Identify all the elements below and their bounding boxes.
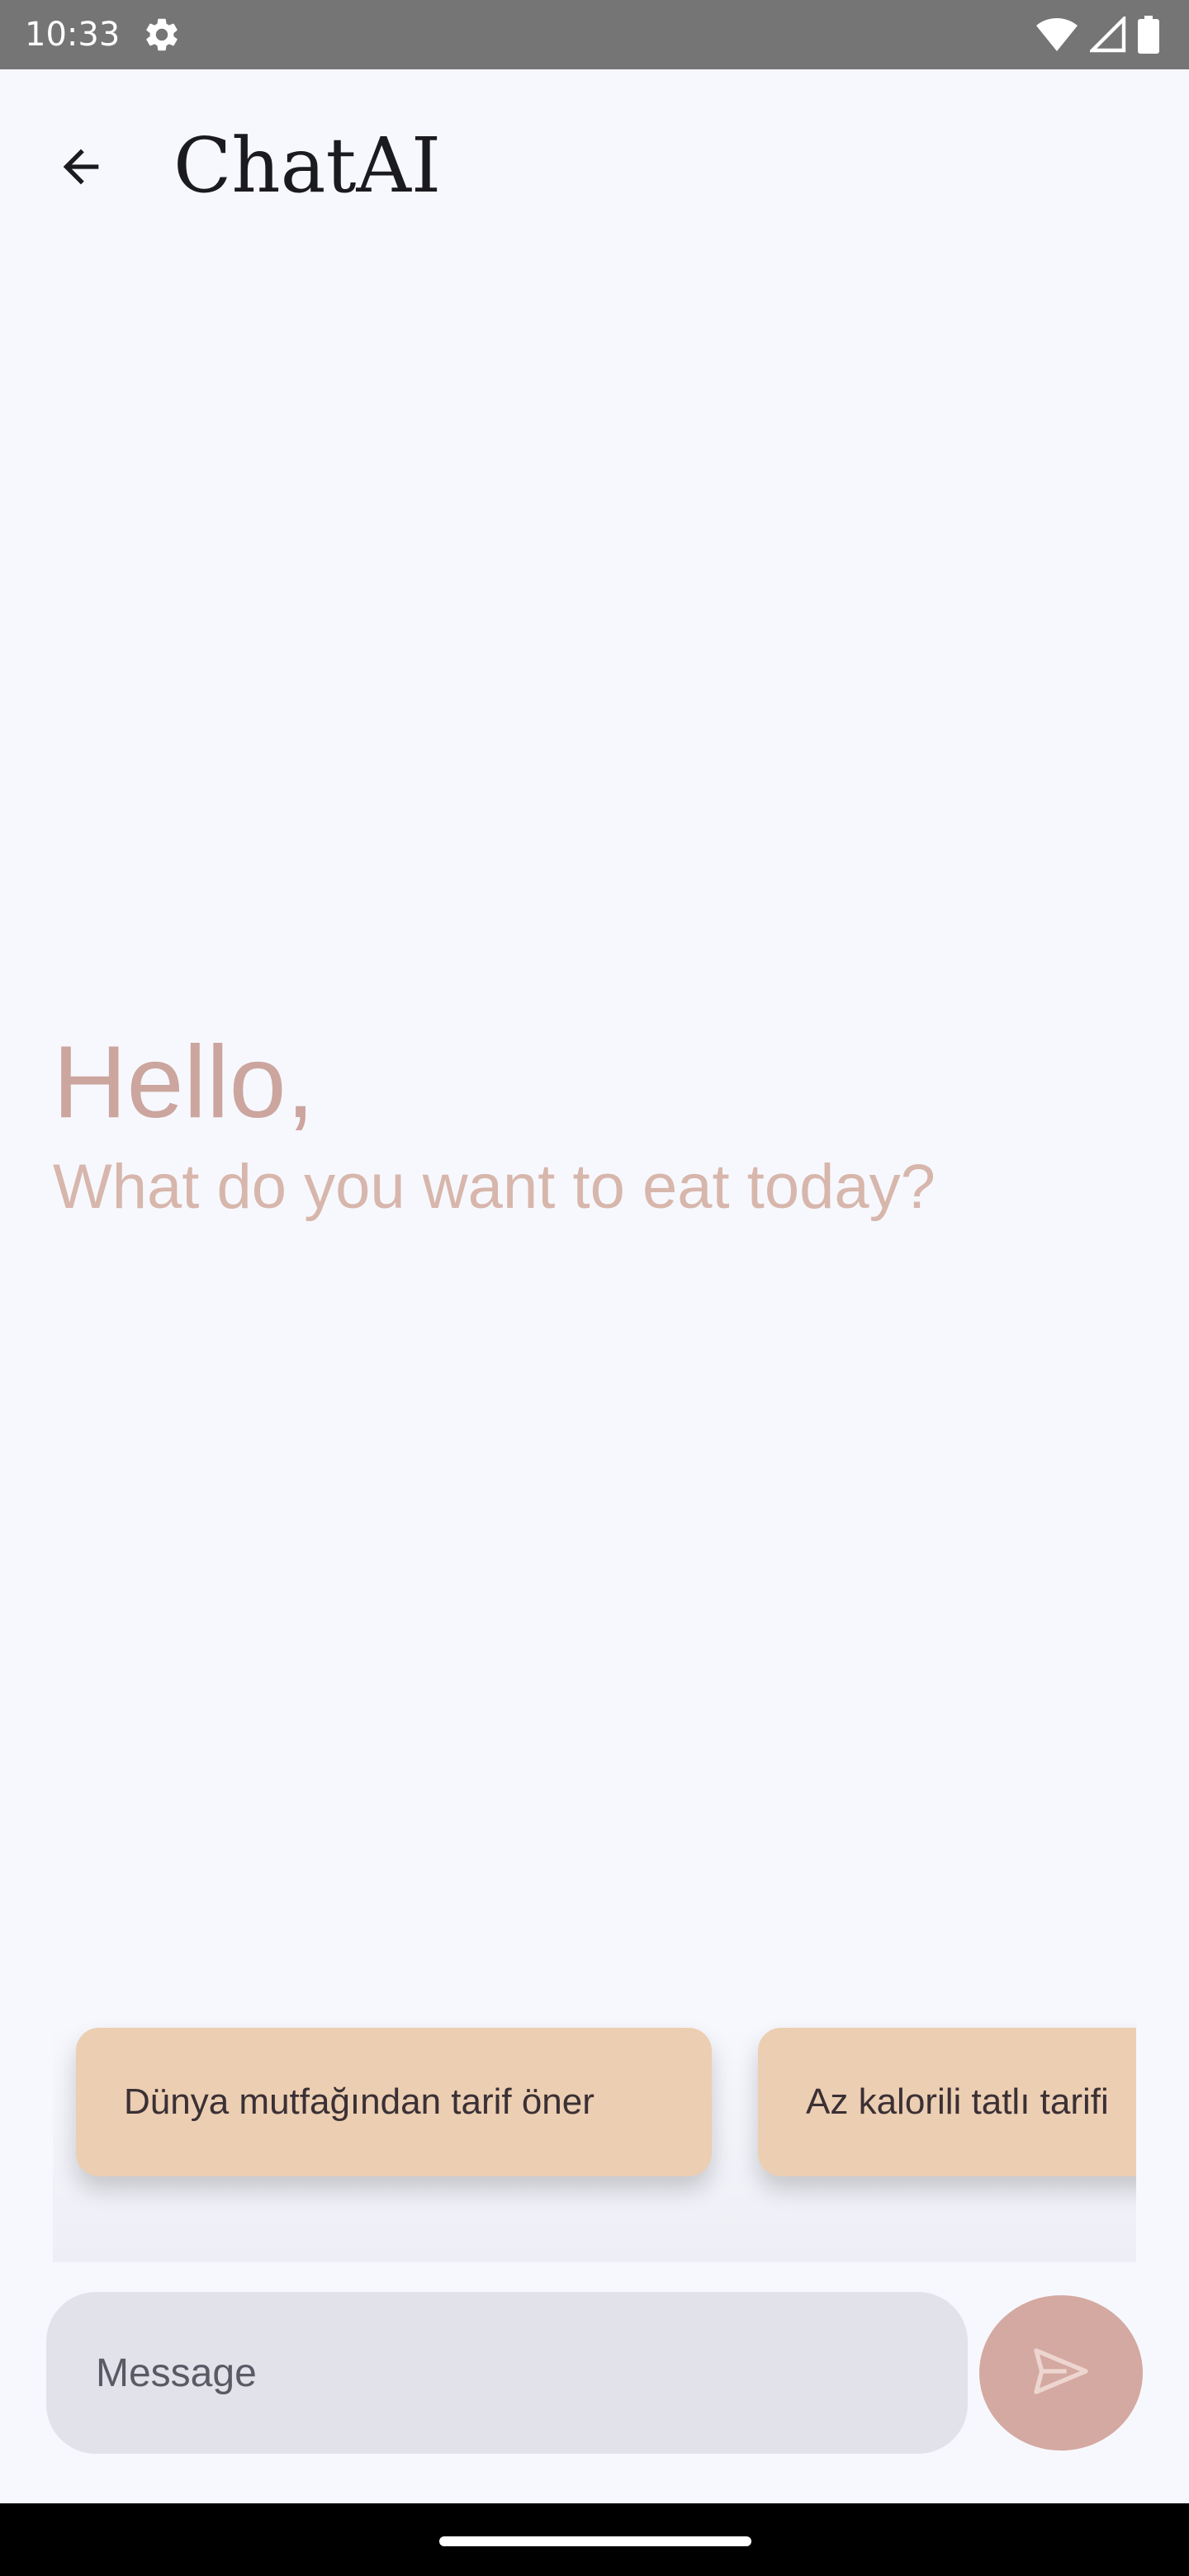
greeting-hello: Hello, bbox=[53, 1025, 315, 1139]
suggestions-carousel[interactable]: Dünya mutfağından tarif öner Az kalorili… bbox=[53, 2015, 1136, 2262]
app-title: ChatAI bbox=[173, 121, 442, 210]
gear-icon bbox=[142, 15, 182, 54]
back-button[interactable] bbox=[40, 127, 122, 210]
greeting-subtitle: What do you want to eat today? bbox=[53, 1152, 936, 1222]
send-button[interactable] bbox=[979, 2295, 1143, 2451]
navigation-bar bbox=[0, 2503, 1189, 2576]
message-input[interactable] bbox=[94, 2349, 923, 2397]
wifi-icon bbox=[1035, 17, 1078, 53]
status-time: 10:33 bbox=[25, 16, 121, 54]
app-bar: ChatAI bbox=[0, 69, 1189, 251]
send-icon bbox=[1028, 2338, 1094, 2408]
arrow-back-icon bbox=[54, 140, 107, 197]
suggestion-chip[interactable]: Dünya mutfağından tarif öner bbox=[76, 2028, 712, 2176]
suggestions-track: Dünya mutfağından tarif öner Az kalorili… bbox=[76, 2028, 1136, 2176]
message-composer bbox=[46, 2292, 968, 2454]
cellular-signal-icon bbox=[1090, 17, 1126, 53]
suggestion-chip[interactable]: Az kalorili tatlı tarifi bbox=[758, 2028, 1136, 2176]
status-bar: 10:33 bbox=[0, 0, 1189, 69]
battery-icon bbox=[1138, 16, 1159, 54]
status-icons bbox=[1035, 15, 1159, 54]
home-indicator[interactable] bbox=[439, 2536, 751, 2546]
